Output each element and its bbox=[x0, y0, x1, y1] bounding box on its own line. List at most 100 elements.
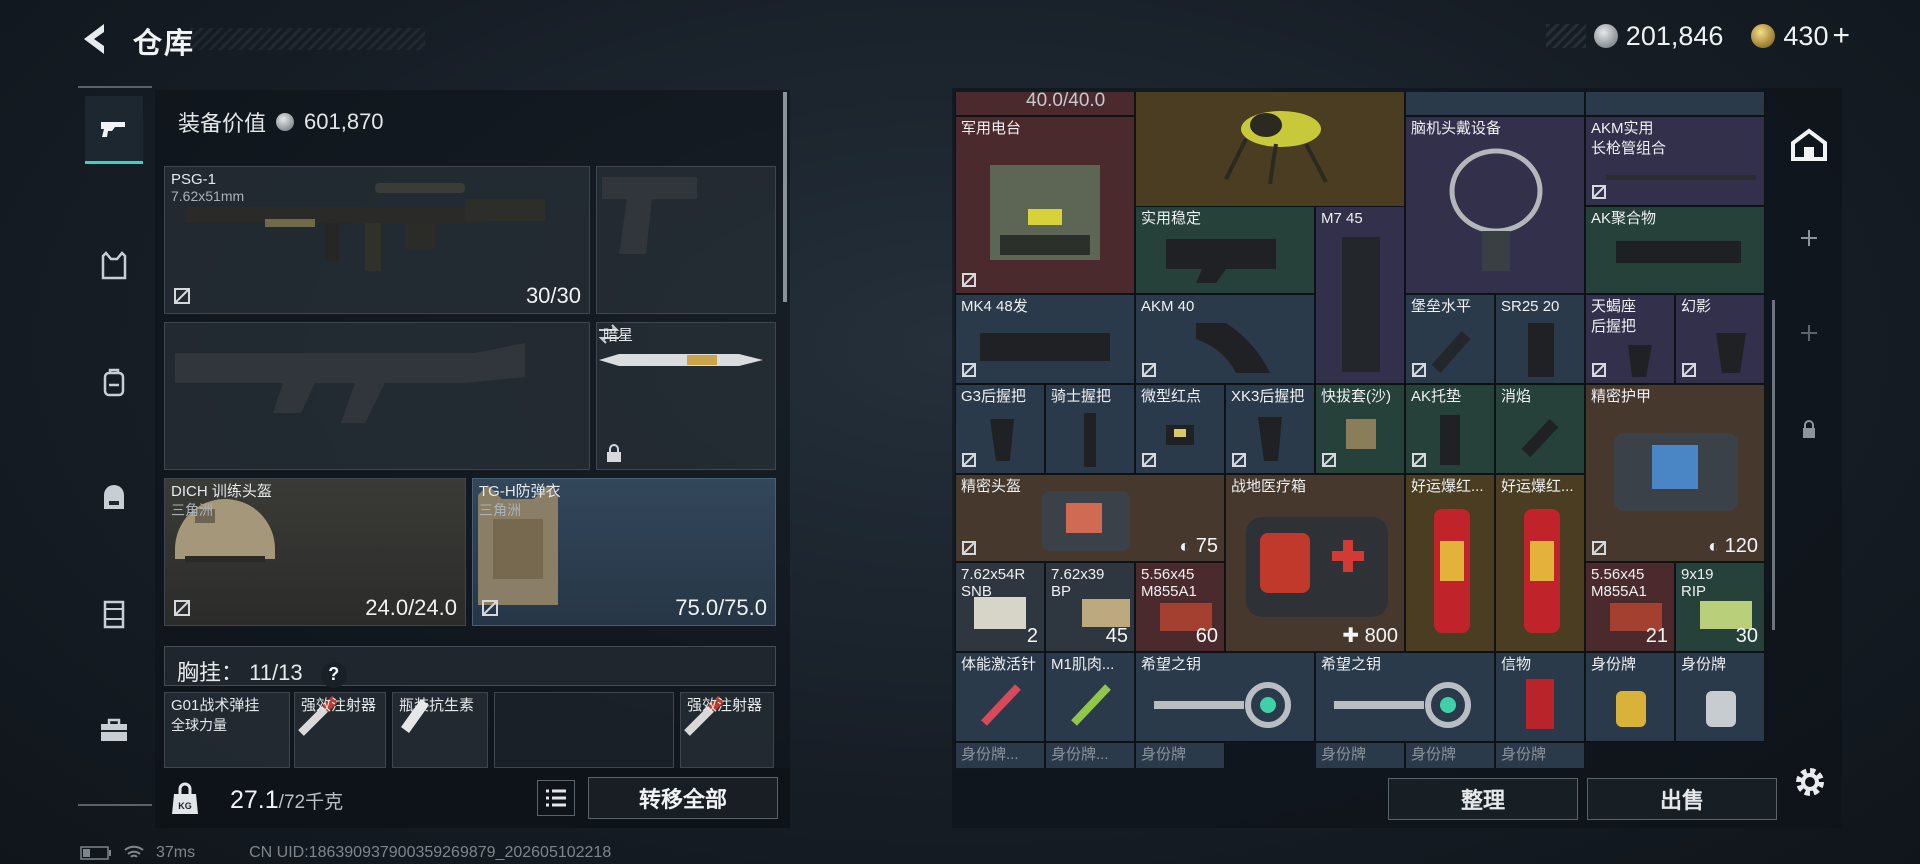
stash-cell[interactable]: 战地医疗箱 ✚ 800 bbox=[1225, 474, 1405, 652]
stash-cell[interactable]: 好运爆红... bbox=[1495, 474, 1585, 652]
item-name: 实用稳定 bbox=[1141, 210, 1202, 227]
stash-cell[interactable]: 身份牌 bbox=[1675, 652, 1765, 742]
primary-weapon-slot[interactable]: PSG-1 7.62x51mm 30/30 bbox=[164, 166, 590, 314]
stash-cell[interactable]: 身份牌... bbox=[955, 742, 1045, 768]
stash-cell[interactable]: 精密头盔 ◐ 75 bbox=[955, 474, 1225, 562]
chest-item-slot[interactable]: 强效注射器 bbox=[294, 692, 386, 768]
stash-cell[interactable]: 幻影 bbox=[1675, 294, 1765, 384]
stash-cell[interactable]: 脑机头戴设备 bbox=[1405, 116, 1585, 294]
no-insure-icon bbox=[1232, 453, 1246, 467]
stash-cell[interactable]: AKM 40 bbox=[1135, 294, 1315, 384]
stash-cell[interactable]: AK托垫 bbox=[1405, 384, 1495, 474]
stash-cell[interactable]: 骑士握把 bbox=[1045, 384, 1135, 474]
sort-button[interactable]: 整理 bbox=[1388, 778, 1578, 820]
helmet-slot[interactable]: DICH 训练头盔 三角洲 24.0/24.0 bbox=[164, 478, 466, 626]
stash-cell[interactable] bbox=[1405, 92, 1585, 116]
stash-cell[interactable]: 9x19 RIP 30 bbox=[1675, 562, 1765, 652]
tab-weapons[interactable] bbox=[85, 96, 143, 164]
chest-item-slot[interactable]: 强效注射器 bbox=[680, 692, 774, 768]
stash-cell[interactable]: 快拔套(沙) bbox=[1315, 384, 1405, 474]
stash-cell[interactable]: 5.56x45 M855A1 21 bbox=[1585, 562, 1675, 652]
stash-cell[interactable]: 精密护甲 ◐ 120 bbox=[1585, 384, 1765, 562]
stash-cell[interactable]: 天蝎座 后握把 bbox=[1585, 294, 1675, 384]
stash-scrollbar[interactable] bbox=[1772, 300, 1775, 630]
stash-cell[interactable]: 消焰 bbox=[1495, 384, 1585, 474]
gun-icon bbox=[101, 121, 125, 137]
stash-cell[interactable]: 7.62x39 BP 45 bbox=[1045, 562, 1135, 652]
chest-empty-slot[interactable] bbox=[494, 692, 674, 768]
stash-cell[interactable]: AK聚合物 bbox=[1585, 206, 1765, 294]
stash-cell[interactable]: 实用稳定 bbox=[1135, 206, 1315, 294]
item-armor-value: ◐ 75 bbox=[1179, 535, 1218, 557]
item-name: 幻影 bbox=[1681, 298, 1712, 315]
no-insure-icon bbox=[1592, 541, 1606, 555]
stash-cell[interactable]: M7 45 bbox=[1315, 206, 1405, 384]
list-view-button[interactable] bbox=[537, 780, 575, 816]
settings-gear-icon[interactable] bbox=[1790, 762, 1830, 802]
stash-cell[interactable]: 堡垒水平 bbox=[1405, 294, 1495, 384]
stash-cell[interactable]: 身份牌 bbox=[1315, 742, 1405, 768]
stash-cell[interactable]: 体能激活针 bbox=[955, 652, 1045, 742]
stash-cell[interactable]: 军用电台 bbox=[955, 116, 1135, 294]
chest-rig-slot[interactable]: G01战术弹挂 全球力量 bbox=[164, 692, 290, 768]
stash-cell[interactable] bbox=[1585, 92, 1765, 116]
currency-bar: 201,846 430 + bbox=[1545, 18, 1850, 54]
add-stash-tab-button[interactable] bbox=[1786, 310, 1832, 356]
stash-cell[interactable]: 身份牌 bbox=[1405, 742, 1495, 768]
secondary-weapon-slot[interactable] bbox=[596, 166, 776, 314]
no-insure-icon bbox=[174, 600, 190, 616]
rail-bottom-divider bbox=[78, 804, 152, 806]
stash-cell[interactable]: G3后握把 bbox=[955, 384, 1045, 474]
item-name: 脑机头戴设备 bbox=[1411, 120, 1502, 137]
stash-cell[interactable]: MK4 48发 bbox=[955, 294, 1135, 384]
melee-slot[interactable]: 暗星 bbox=[596, 322, 776, 470]
tab-backpack[interactable] bbox=[85, 348, 143, 416]
stash-cell[interactable]: 身份牌 bbox=[1495, 742, 1585, 768]
stash-cell[interactable]: 7.62x54R SNB 2 bbox=[955, 562, 1045, 652]
back-arrow-icon[interactable] bbox=[78, 20, 112, 58]
status-bar: 37ms CN UID:1863909379003592698​79_20260… bbox=[80, 844, 611, 862]
stash-cell[interactable]: XK3后握把 bbox=[1225, 384, 1315, 474]
stash-cell[interactable]: 希望之钥 bbox=[1315, 652, 1495, 742]
loadout-scrollbar[interactable] bbox=[783, 92, 787, 302]
weight-current: 27.1 bbox=[230, 786, 279, 814]
sell-button[interactable]: 出售 bbox=[1587, 778, 1777, 820]
tab-case[interactable] bbox=[85, 696, 143, 764]
rifle-image bbox=[185, 183, 545, 271]
stash-cell[interactable]: 希望之钥 bbox=[1135, 652, 1315, 742]
stash-cell[interactable]: 5.56x45 M855A1 60 bbox=[1135, 562, 1225, 652]
grip-image bbox=[1628, 345, 1652, 377]
locked-stash-tab[interactable] bbox=[1786, 406, 1832, 452]
stash-cell[interactable]: 身份牌 bbox=[1135, 742, 1225, 768]
add-stash-tab-button[interactable] bbox=[1786, 215, 1832, 261]
stash-cell[interactable]: AKM实用 长枪管组合 bbox=[1585, 116, 1765, 206]
grip-image bbox=[1258, 417, 1282, 461]
chest-item-slot[interactable]: 瓶装抗生素 bbox=[392, 692, 488, 768]
item-name: 军用电台 bbox=[961, 120, 1022, 137]
stash-cell[interactable]: 身份牌 bbox=[1585, 652, 1675, 742]
stash-cell[interactable]: 40.0/40.0 bbox=[955, 92, 1135, 116]
add-currency-button[interactable]: + bbox=[1832, 19, 1850, 53]
weight-readout: 27.1/72千克 bbox=[230, 786, 343, 815]
uid: CN UID:1863909379003592698​79_2026051022… bbox=[249, 844, 612, 861]
stash-cell[interactable]: M1肌肉... bbox=[1045, 652, 1135, 742]
stash-cell[interactable]: 好运爆红... bbox=[1405, 474, 1495, 652]
no-insure-icon bbox=[174, 288, 190, 304]
help-button[interactable]: ? bbox=[320, 661, 347, 688]
stash-cell[interactable]: 信物 bbox=[1495, 652, 1585, 742]
stash-tab-main[interactable] bbox=[1786, 122, 1832, 168]
tab-container[interactable] bbox=[85, 580, 143, 648]
bag-icon bbox=[104, 485, 124, 509]
tab-armor[interactable] bbox=[85, 232, 143, 300]
stash-cell[interactable]: 身份牌... bbox=[1045, 742, 1135, 768]
rifle-silhouette bbox=[175, 343, 525, 423]
second-primary-slot[interactable] bbox=[164, 322, 590, 470]
transfer-all-button[interactable]: 转移全部 bbox=[588, 777, 778, 819]
tab-bag[interactable] bbox=[85, 464, 143, 532]
stash-cell[interactable]: SR25 20 bbox=[1495, 294, 1585, 384]
stash-cell[interactable]: 微型红点 bbox=[1135, 384, 1225, 474]
list-icon bbox=[546, 789, 566, 807]
flash-hider-image bbox=[1521, 418, 1559, 458]
armor-slot[interactable]: TG-H防弹衣 三角洲 75.0/75.0 bbox=[472, 478, 776, 626]
item-heal-value: ✚ 800 bbox=[1342, 625, 1398, 647]
